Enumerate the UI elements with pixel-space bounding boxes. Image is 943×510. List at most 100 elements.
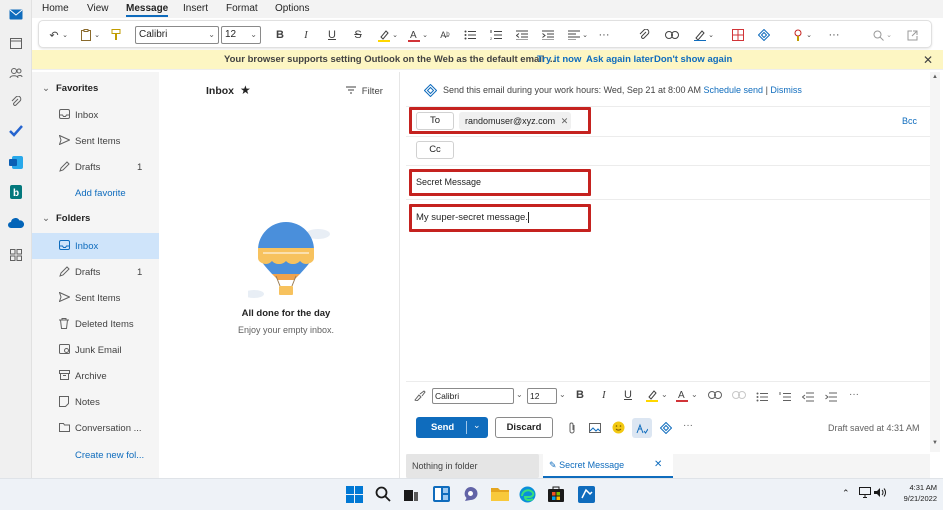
tab-home[interactable]: Home bbox=[42, 3, 69, 14]
widgets-icon[interactable] bbox=[433, 486, 451, 502]
close-icon[interactable]: ✕ bbox=[923, 53, 933, 67]
highlight-icon[interactable] bbox=[646, 389, 658, 405]
font-name-select[interactable]: Calibri ⌄ bbox=[135, 26, 219, 44]
favorite-inbox[interactable]: Inbox bbox=[32, 103, 159, 127]
chevron-down-icon[interactable]: ⌄ bbox=[885, 27, 893, 43]
chevron-down-icon[interactable]: ⌄ bbox=[421, 27, 429, 43]
numbering-icon[interactable]: 2 bbox=[489, 27, 503, 43]
try-it-now-link[interactable]: Try it now bbox=[537, 54, 581, 65]
nothing-in-folder-tab[interactable]: Nothing in folder bbox=[406, 454, 539, 478]
clear-formatting-icon[interactable]: A̶ᵇ bbox=[437, 27, 453, 43]
chevron-down-icon[interactable]: ⌄ bbox=[516, 390, 523, 399]
create-new-folder-link[interactable]: Create new fol... bbox=[75, 450, 144, 461]
format-painter-icon[interactable] bbox=[109, 27, 123, 43]
chevron-down-icon[interactable]: ⌄ bbox=[805, 27, 813, 43]
yammer-icon[interactable] bbox=[8, 154, 24, 170]
folder-drafts[interactable]: Drafts 1 bbox=[32, 260, 159, 284]
calendar-icon[interactable] bbox=[8, 35, 24, 51]
scroll-up-icon[interactable]: ▲ bbox=[932, 74, 938, 80]
bookings-icon[interactable]: b bbox=[8, 184, 24, 200]
decrease-indent-icon[interactable] bbox=[515, 27, 529, 43]
file-explorer-icon[interactable] bbox=[491, 486, 509, 502]
chevron-up-icon[interactable]: ⌃ bbox=[842, 488, 850, 499]
schedule-send-link[interactable]: Schedule send bbox=[704, 85, 764, 95]
popout-icon[interactable] bbox=[905, 27, 919, 43]
subject-input[interactable]: Secret Message bbox=[416, 177, 481, 187]
loop-icon[interactable] bbox=[757, 27, 771, 43]
remote-desktop-icon[interactable] bbox=[578, 486, 596, 503]
font-color-icon[interactable]: A bbox=[676, 389, 688, 405]
decrease-indent-icon[interactable] bbox=[801, 392, 814, 405]
attach-file-icon[interactable] bbox=[568, 422, 576, 437]
emoji-icon[interactable] bbox=[612, 421, 625, 437]
font-size-select[interactable]: 12 ⌄ bbox=[221, 26, 261, 44]
chevron-down-icon[interactable]: ⌄ bbox=[391, 27, 399, 43]
folder-notes[interactable]: Notes bbox=[32, 390, 159, 414]
undo-icon[interactable]: ↶ bbox=[47, 27, 61, 43]
dismiss-link[interactable]: Dismiss bbox=[770, 85, 802, 95]
message-body[interactable]: My super-secret message. bbox=[416, 212, 529, 223]
attach-file-icon[interactable] bbox=[637, 27, 651, 43]
underline-icon[interactable]: U bbox=[624, 389, 632, 401]
tab-format[interactable]: Format bbox=[226, 3, 258, 14]
chevron-down-icon[interactable]: ⌄ bbox=[661, 390, 668, 399]
chevron-down-icon[interactable]: ⌄ bbox=[691, 390, 698, 399]
edge-browser-icon[interactable] bbox=[519, 486, 537, 503]
more-icon[interactable]: ··· bbox=[597, 27, 611, 43]
onedrive-icon[interactable] bbox=[8, 215, 24, 231]
apps-icon[interactable] bbox=[8, 247, 24, 263]
format-painter-icon[interactable] bbox=[414, 390, 426, 404]
bullets-icon[interactable] bbox=[756, 392, 768, 405]
folder-junk-email[interactable]: Junk Email bbox=[32, 338, 159, 362]
loop-icon[interactable] bbox=[659, 421, 673, 437]
clock-date[interactable]: 9/21/2022 bbox=[891, 494, 937, 503]
network-icon[interactable] bbox=[859, 487, 871, 501]
tab-options[interactable]: Options bbox=[275, 3, 309, 14]
more-icon[interactable]: ··· bbox=[827, 27, 841, 43]
editor-icon[interactable] bbox=[632, 418, 652, 438]
add-favorite-link[interactable]: Add favorite bbox=[75, 188, 126, 199]
tab-message[interactable]: Message bbox=[126, 3, 169, 17]
chevron-down-icon[interactable]: ⌄ bbox=[581, 27, 589, 43]
volume-icon[interactable] bbox=[874, 487, 886, 501]
italic-icon[interactable]: I bbox=[299, 27, 313, 43]
link-icon[interactable] bbox=[665, 27, 679, 43]
unlink-icon[interactable] bbox=[732, 391, 746, 402]
body-font-name-select[interactable]: Calibri bbox=[432, 388, 514, 404]
send-button[interactable]: Send ⌄ bbox=[416, 417, 488, 438]
recipient-chip[interactable]: randomuser@xyz.com ✕ bbox=[459, 112, 571, 130]
body-font-size-select[interactable]: 12 bbox=[527, 388, 557, 404]
bullets-icon[interactable] bbox=[463, 27, 477, 43]
mail-icon[interactable] bbox=[8, 6, 24, 22]
more-icon[interactable]: ··· bbox=[849, 389, 859, 400]
draft-tab[interactable]: ✎ Secret Message ✕ bbox=[543, 454, 673, 478]
underline-icon[interactable]: U bbox=[325, 27, 339, 43]
clock-time[interactable]: 4:31 AM bbox=[897, 483, 937, 492]
increase-indent-icon[interactable] bbox=[825, 392, 837, 405]
chevron-down-icon[interactable]: ⌄ bbox=[559, 390, 566, 399]
folder-inbox[interactable]: Inbox bbox=[32, 233, 159, 259]
favorite-sent-items[interactable]: Sent Items bbox=[32, 129, 159, 153]
chevron-down-icon[interactable]: ⌄ bbox=[93, 27, 101, 43]
favorites-header[interactable]: ⌄ Favorites bbox=[42, 83, 98, 94]
close-icon[interactable]: ✕ bbox=[654, 454, 662, 476]
highlight-icon[interactable] bbox=[377, 27, 391, 43]
microsoft-store-icon[interactable] bbox=[548, 486, 566, 502]
more-icon[interactable]: ··· bbox=[683, 420, 693, 431]
increase-indent-icon[interactable] bbox=[541, 27, 555, 43]
align-icon[interactable] bbox=[567, 27, 581, 43]
tab-view[interactable]: View bbox=[87, 3, 109, 14]
remove-recipient-icon[interactable]: ✕ bbox=[561, 116, 569, 126]
insert-image-icon[interactable] bbox=[589, 423, 601, 436]
cc-button[interactable]: Cc bbox=[416, 141, 454, 159]
scrollbar[interactable]: ▲ ▼ bbox=[930, 72, 940, 452]
numbering-icon[interactable] bbox=[779, 392, 791, 405]
folder-archive[interactable]: Archive bbox=[32, 364, 159, 388]
to-button[interactable]: To bbox=[416, 112, 454, 130]
ask-again-later-link[interactable]: Ask again later bbox=[586, 54, 654, 65]
chevron-down-icon[interactable]: ⌄ bbox=[707, 27, 715, 43]
sensitivity-icon[interactable] bbox=[791, 27, 805, 43]
scroll-down-icon[interactable]: ▼ bbox=[932, 440, 938, 446]
chevron-down-icon[interactable]: ⌄ bbox=[473, 420, 481, 431]
bold-icon[interactable]: B bbox=[576, 389, 584, 401]
